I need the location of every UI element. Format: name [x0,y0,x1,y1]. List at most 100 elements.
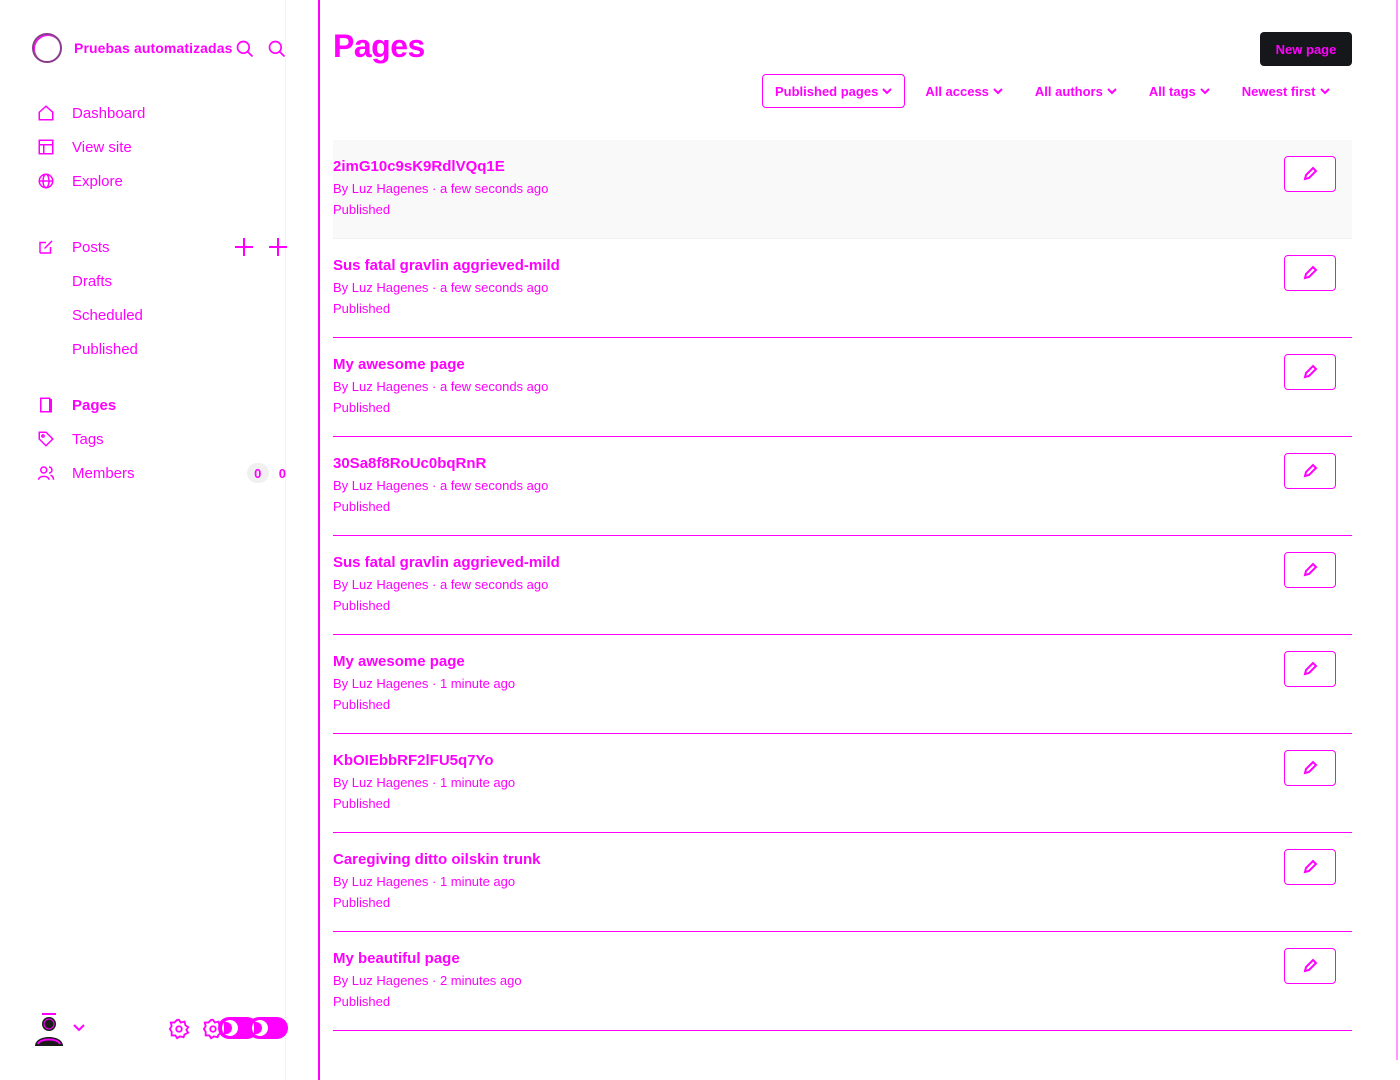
page-title-link[interactable]: 2imG10c9sK9RdlVQq1E [333,158,505,175]
avatar[interactable] [32,1012,66,1046]
filter-access[interactable]: All access [913,74,1015,108]
page-title-link[interactable]: My beautiful page [333,950,460,967]
page-title-link[interactable]: Caregiving ditto oilskin trunk [333,851,541,868]
page-meta: By Luz Hagenes · a few seconds ago [333,478,549,493]
nav-members[interactable]: Members 0 0 [36,456,286,490]
page-title-link[interactable]: My awesome page [333,356,465,373]
members-count-value: 0 [278,465,286,481]
edit-button[interactable] [1284,651,1336,687]
chevron-down-icon [1319,88,1330,95]
pencil-icon [1303,364,1318,379]
pages-icon [36,395,56,415]
nav-scheduled-label: Scheduled [72,306,143,324]
nav-dashboard-label: Dashboard [72,104,146,122]
list-item[interactable]: Sus fatal gravlin aggrieved-mild By Luz … [333,239,1352,338]
edit-button[interactable] [1284,354,1336,390]
pencil-icon [1303,265,1318,280]
page-meta: By Luz Hagenes · 2 minutes ago [333,973,522,988]
chevron-down-icon [1107,88,1117,95]
edit-button[interactable] [1284,453,1336,489]
site-title[interactable]: Pruebas automatizadas [74,40,233,56]
edit-button[interactable] [1284,156,1336,192]
page-title-link[interactable]: 30Sa8f8RoUc0bqRnR [333,455,486,472]
chevron-down-icon [882,88,893,95]
filter-authors[interactable]: All authors [1023,74,1129,108]
members-icon [36,463,56,483]
list-item[interactable]: 2imG10c9sK9RdlVQq1E By Luz Hagenes · a f… [333,140,1352,239]
theme-toggle[interactable] [248,1017,288,1039]
chevron-down-icon [993,88,1003,95]
nav-drafts-label: Drafts [72,272,113,290]
globe-icon [36,171,56,191]
filter-type[interactable]: Published pages [762,74,906,108]
status-label: Published [333,994,391,1009]
search-icon[interactable] [234,38,256,60]
nav-explore[interactable]: Explore [36,164,286,198]
page-meta: By Luz Hagenes · a few seconds ago [333,577,549,592]
page-title-link[interactable]: My awesome page [333,653,465,670]
gear-icon[interactable] [168,1018,190,1045]
pencil-icon [1303,661,1318,676]
edit-button[interactable] [1284,255,1336,291]
user-row [32,1010,292,1050]
status-label: Published [333,400,391,415]
site-logo[interactable] [32,33,62,63]
list-item[interactable]: Caregiving ditto oilskin trunk By Luz Ha… [333,833,1352,932]
status-label: Published [333,301,391,316]
status-label: Published [333,697,391,712]
edit-button[interactable] [1284,849,1336,885]
search-icon[interactable] [266,38,288,60]
page-title-link[interactable]: KbOIEbbRF2lFU5q7Yo [333,752,494,769]
nav-tags[interactable]: Tags [36,422,286,456]
nav-dashboard[interactable]: Dashboard [36,96,286,130]
list-item[interactable]: KbOIEbbRF2lFU5q7Yo By Luz Hagenes · 1 mi… [333,734,1352,833]
pencil-icon [1303,166,1318,181]
list-item[interactable]: Sus fatal gravlin aggrieved-mild By Luz … [333,536,1352,635]
edit-button[interactable] [1284,948,1336,984]
site-header[interactable]: Pruebas automatizadas [32,32,302,64]
new-page-button[interactable]: New page [1260,32,1352,66]
page-meta: By Luz Hagenes · a few seconds ago [333,379,549,394]
status-label: Published [333,499,391,514]
status-label: Published [333,598,391,613]
page-title: Pages [333,28,425,64]
list-item[interactable]: My beautiful page By Luz Hagenes · 2 min… [333,932,1352,1031]
nav-posts[interactable]: Posts [36,230,288,264]
page-title-link[interactable]: Sus fatal gravlin aggrieved-mild [333,257,560,274]
members-count: 0 0 [246,463,286,483]
nav-tags-label: Tags [72,430,104,448]
list-item[interactable]: My awesome page By Luz Hagenes · 1 minut… [333,635,1352,734]
page-meta: By Luz Hagenes · 1 minute ago [333,676,516,691]
edit-button[interactable] [1284,750,1336,786]
pencil-icon [1303,859,1318,874]
nav-pages[interactable]: Pages [36,388,286,422]
page-meta: By Luz Hagenes · a few seconds ago [333,280,549,295]
nav-view-site[interactable]: View site [36,130,286,164]
edit-button[interactable] [1284,552,1336,588]
list-item[interactable]: My awesome page By Luz Hagenes · a few s… [333,338,1352,437]
filter-authors-label: All authors [1034,83,1103,99]
secondary-nav: Pages Tags Members 0 0 [36,388,286,490]
primary-nav: Dashboard View site Explore [36,96,286,198]
nav-drafts[interactable]: Drafts [36,264,286,298]
members-count-badge: 0 [246,463,269,483]
filter-sort-label: Newest first [1241,83,1316,99]
new-post-plus-icon[interactable] [268,237,288,262]
filter-tags[interactable]: All tags [1137,74,1222,108]
list-item[interactable]: 30Sa8f8RoUc0bqRnR By Luz Hagenes · a few… [333,437,1352,536]
nav-published[interactable]: Published [36,332,286,366]
pages-list: 2imG10c9sK9RdlVQq1E By Luz Hagenes · a f… [333,140,1352,1031]
filter-access-label: All access [925,83,989,99]
page-meta: By Luz Hagenes · 1 minute ago [333,874,516,889]
nav-view-site-label: View site [72,138,132,156]
pencil-icon [1303,562,1318,577]
filter-sort[interactable]: Newest first [1230,74,1342,108]
filter-bar: Published pages All access All authors A… [762,74,1350,108]
nav-members-label: Members [72,464,135,482]
sidebar: Pruebas automatizadas Dashboard View sit… [0,0,320,1080]
chevron-down-icon[interactable] [72,1021,86,1040]
nav-explore-label: Explore [72,172,123,190]
new-post-plus-icon[interactable] [234,237,254,262]
nav-scheduled[interactable]: Scheduled [36,298,286,332]
page-title-link[interactable]: Sus fatal gravlin aggrieved-mild [333,554,560,571]
